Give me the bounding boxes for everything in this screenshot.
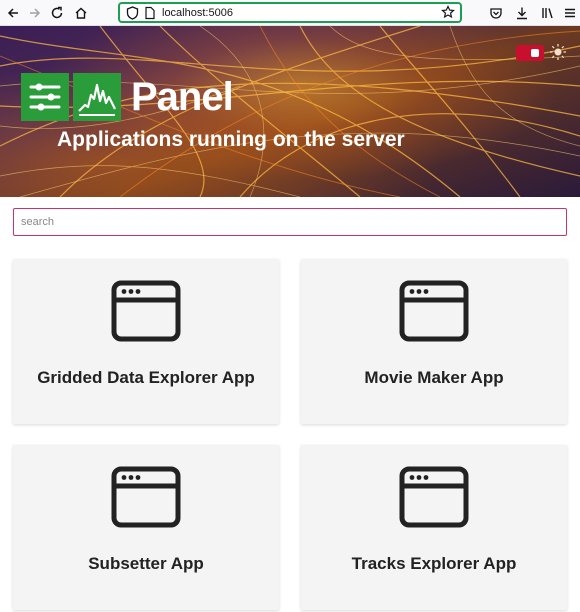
- chart-logo-icon: [73, 73, 121, 121]
- app-window-icon: [111, 466, 181, 528]
- pocket-icon[interactable]: [486, 3, 506, 23]
- logo-text: Panel: [131, 74, 234, 119]
- home-icon[interactable]: [71, 3, 91, 23]
- app-window-icon: [399, 466, 469, 528]
- panel-logo: Panel: [21, 73, 234, 121]
- app-card-title[interactable]: Movie Maker App: [301, 368, 567, 388]
- address-bar[interactable]: localhost:5006: [118, 2, 462, 23]
- app-card-gridded-data-explorer[interactable]: Gridded Data Explorer App: [13, 259, 279, 424]
- shield-icon[interactable]: [126, 6, 139, 20]
- app-card-title[interactable]: Tracks Explorer App: [301, 554, 567, 574]
- menu-icon[interactable]: [560, 3, 580, 23]
- sliders-logo-icon: [21, 73, 69, 121]
- url-text[interactable]: localhost:5006: [162, 6, 233, 20]
- browser-toolbar: localhost:5006: [0, 0, 580, 26]
- search-input[interactable]: [14, 209, 566, 235]
- page-icon[interactable]: [144, 6, 156, 20]
- header-banner: Panel Applications running on the server: [0, 26, 580, 197]
- forward-icon[interactable]: [25, 3, 45, 23]
- toggle-knob: [531, 49, 539, 57]
- app-card-movie-maker[interactable]: Movie Maker App: [301, 259, 567, 424]
- star-icon[interactable]: [441, 5, 455, 19]
- app-card-tracks-explorer[interactable]: Tracks Explorer App: [301, 445, 567, 610]
- app-window-icon: [399, 280, 469, 342]
- reload-icon[interactable]: [47, 3, 67, 23]
- app-card-title[interactable]: Subsetter App: [13, 554, 279, 574]
- sun-icon[interactable]: [549, 43, 567, 61]
- search-box[interactable]: [13, 208, 567, 236]
- page-subtitle: Applications running on the server: [57, 128, 405, 151]
- library-icon[interactable]: [538, 3, 558, 23]
- app-card-title[interactable]: Gridded Data Explorer App: [13, 368, 279, 388]
- app-card-subsetter[interactable]: Subsetter App: [13, 445, 279, 610]
- theme-toggle[interactable]: [516, 45, 544, 61]
- app-window-icon: [111, 280, 181, 342]
- back-icon[interactable]: [3, 3, 23, 23]
- download-icon[interactable]: [512, 3, 532, 23]
